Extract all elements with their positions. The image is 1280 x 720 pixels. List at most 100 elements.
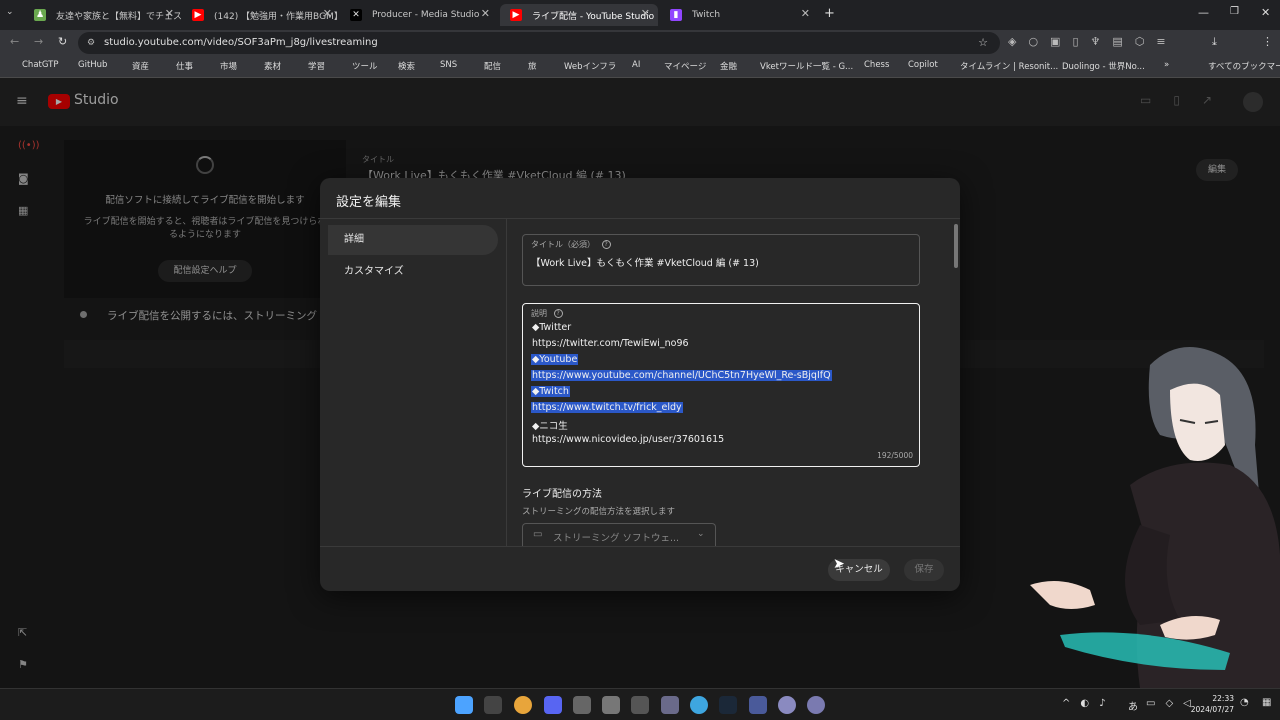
address-bar[interactable]: ⚙ studio.youtube.com/video/SOF3aPm_j8g/l… xyxy=(78,32,1000,54)
description-line: ◆ニコ生 xyxy=(532,421,568,432)
tab-youtube-studio[interactable]: ▶ ライブ配信 - YouTube Studio ✕ xyxy=(500,4,658,26)
bookmark-item[interactable]: 素材 xyxy=(264,60,281,72)
close-icon[interactable]: ✕ xyxy=(801,7,810,20)
description-line: https://www.nicovideo.jp/user/37601615 xyxy=(532,434,725,445)
bookmark-item[interactable]: ChatGTP xyxy=(22,60,58,70)
app-icon[interactable] xyxy=(661,696,679,714)
back-icon[interactable]: ← xyxy=(10,35,19,48)
twitch-favicon-icon: ▮ xyxy=(670,9,682,21)
bookmark-star-icon[interactable]: ☆ xyxy=(978,32,988,54)
vtuber-avatar xyxy=(1030,335,1280,688)
character-counter: 192/5000 xyxy=(877,451,913,460)
bookmark-item[interactable]: AI xyxy=(632,60,640,70)
bookmark-item[interactable]: Copilot xyxy=(908,60,938,70)
reload-icon[interactable]: ↻ xyxy=(58,35,67,48)
browser-tab-strip: ⌄ ♟ 友達や家族と【無料】でチェス対戦 ✕ ▶ (142) 【勉強用・作業用B… xyxy=(0,0,1280,30)
youtube-favicon-icon: ▶ xyxy=(192,9,204,21)
method-select[interactable]: ▭ ストリーミング ソフトウェ... ⌄ xyxy=(522,523,716,546)
divider xyxy=(320,546,960,547)
scrollbar[interactable] xyxy=(954,224,958,268)
nav-details[interactable]: 詳細 xyxy=(328,225,498,255)
bookmark-item[interactable]: Chess xyxy=(864,60,889,70)
widgets-icon[interactable]: ▦ xyxy=(1262,697,1271,708)
title-field[interactable]: タイトル（必須） ? 【Work Live】もくもく作業 #VketCloud … xyxy=(522,234,920,286)
app-icon[interactable] xyxy=(807,696,825,714)
bookmark-item[interactable]: 学習 xyxy=(308,60,325,72)
clock-time[interactable]: 22:33 xyxy=(1200,694,1234,703)
tab-bgm[interactable]: ▶ (142) 【勉強用・作業用BGM】 ✕ xyxy=(182,4,340,26)
chrome-icon[interactable] xyxy=(514,696,532,714)
close-icon[interactable]: ✕ xyxy=(165,7,174,20)
app-icon[interactable] xyxy=(602,696,620,714)
terminal-icon[interactable] xyxy=(484,696,502,714)
tab-label: (142) 【勉強用・作業用BGM】 xyxy=(214,11,340,22)
x-favicon-icon: ✕ xyxy=(350,9,362,21)
bookmark-item[interactable]: 検索 xyxy=(398,60,415,72)
youtube-studio-favicon-icon: ▶ xyxy=(510,9,522,21)
tab-label: ライブ配信 - YouTube Studio xyxy=(532,11,655,22)
bookmark-item[interactable]: 仕事 xyxy=(176,60,193,72)
all-bookmarks[interactable]: すべてのブックマーク xyxy=(1208,60,1280,72)
bookmark-item[interactable]: 市場 xyxy=(220,60,237,72)
app-icon[interactable] xyxy=(631,696,649,714)
bookmark-item[interactable]: 金融 xyxy=(720,60,737,72)
tab-label: Producer - Media Studio xyxy=(372,10,480,20)
site-info-icon[interactable]: ⚙ xyxy=(87,32,95,54)
steam-icon[interactable] xyxy=(719,696,737,714)
tab-twitch[interactable]: ▮ Twitch ✕ xyxy=(660,4,818,26)
edit-settings-dialog: 設定を編集 詳細 カスタマイズ タイトル（必須） ? 【Work Live】もく… xyxy=(320,178,960,591)
bookmark-item[interactable]: Vketワールド一覧 - G... xyxy=(760,60,853,72)
tab-producer[interactable]: ✕ Producer - Media Studio ✕ xyxy=(340,4,498,26)
bookmark-item[interactable]: 資産 xyxy=(132,60,149,72)
nav-customize[interactable]: カスタマイズ xyxy=(328,257,498,287)
tab-label: 友達や家族と【無料】でチェス対戦 xyxy=(56,11,182,22)
save-button[interactable]: 保存 xyxy=(904,559,944,581)
close-icon[interactable]: ✕ xyxy=(323,7,332,20)
chevron-down-icon: ⌄ xyxy=(697,529,705,539)
notification-bell-icon[interactable]: ◔ xyxy=(1240,697,1249,708)
bookmark-item[interactable]: タイムライン | Resonit... xyxy=(960,60,1058,72)
download-icon[interactable]: ⤓ xyxy=(1212,35,1217,49)
tab-list-button[interactable]: ⌄ xyxy=(6,7,20,21)
maximize-icon[interactable]: ❐ xyxy=(1230,6,1239,17)
close-icon[interactable]: ✕ xyxy=(641,7,650,20)
bookmark-item[interactable]: マイページ xyxy=(664,60,706,72)
forward-icon[interactable]: → xyxy=(34,35,43,48)
description-line-selected: ◆Youtube xyxy=(531,354,579,365)
extension-icons[interactable]: ◈○▣▯♆▤⬡≡ xyxy=(1008,35,1178,48)
method-subtext: ストリーミングの配信方法を選択します xyxy=(522,507,676,517)
menu-icon[interactable]: ⋮ xyxy=(1262,35,1273,48)
app-icon[interactable] xyxy=(573,696,591,714)
windows-taskbar: ^◐♪ あ ▭◇◁ 22:33 2024/07/27 ◔ ▦ xyxy=(0,688,1280,720)
tray-icons[interactable]: ^◐♪ xyxy=(1062,698,1116,709)
title-input[interactable]: 【Work Live】もくもく作業 #VketCloud 編 (# 13) xyxy=(531,255,759,269)
description-field-label: 説明 ? xyxy=(531,308,563,319)
mouse-cursor-icon: ➤ xyxy=(833,556,845,572)
method-heading: ライブ配信の方法 xyxy=(522,489,602,500)
description-field[interactable]: 説明 ? ◆Twitter https://twitter.com/TewiEw… xyxy=(522,303,920,467)
clock-date[interactable]: 2024/07/27 xyxy=(1180,705,1234,714)
ime-indicator[interactable]: あ xyxy=(1128,698,1138,713)
bookmark-item[interactable]: Webインフラ xyxy=(564,60,616,72)
tab-chess[interactable]: ♟ 友達や家族と【無料】でチェス対戦 ✕ xyxy=(24,4,182,26)
app-icon[interactable] xyxy=(749,696,767,714)
bookmark-item[interactable]: SNS xyxy=(440,60,457,70)
minimize-icon[interactable]: — xyxy=(1198,6,1209,19)
help-icon[interactable]: ? xyxy=(601,240,611,249)
bookmark-item[interactable]: GitHub xyxy=(78,60,107,70)
bookmark-overflow[interactable]: » xyxy=(1164,60,1169,70)
bookmark-item[interactable]: Duolingo - 世界No... xyxy=(1062,60,1145,72)
bookmark-item[interactable]: 旅 xyxy=(528,60,537,72)
help-icon[interactable]: ? xyxy=(553,309,563,318)
discord-icon[interactable] xyxy=(544,696,562,714)
bookmark-item[interactable]: 配信 xyxy=(484,60,501,72)
close-icon[interactable]: ✕ xyxy=(481,7,490,20)
new-tab-button[interactable]: + xyxy=(824,6,835,21)
app-icon[interactable] xyxy=(778,696,796,714)
app-icon[interactable] xyxy=(690,696,708,714)
method-select-value: ストリーミング ソフトウェ... xyxy=(553,533,680,544)
window-close-icon[interactable]: ✕ xyxy=(1261,6,1270,19)
start-icon[interactable] xyxy=(455,696,473,714)
bookmark-item[interactable]: ツール xyxy=(352,60,378,72)
url-text: studio.youtube.com/video/SOF3aPm_j8g/liv… xyxy=(104,37,378,48)
